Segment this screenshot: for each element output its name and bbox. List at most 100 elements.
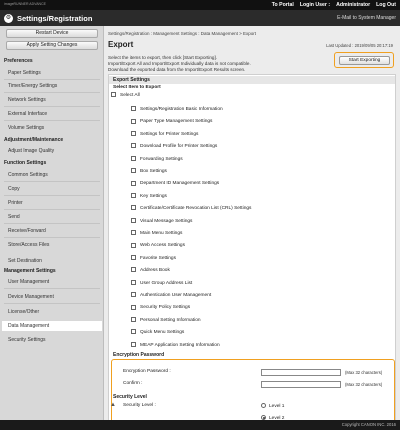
apply-setting-changes-button[interactable]: Apply Setting Changes (6, 41, 98, 50)
level-1-radio[interactable] (261, 403, 266, 409)
level-1-label: Level 1 (269, 404, 285, 409)
sidebar-item-store-access-files[interactable]: Store/Access Files (4, 240, 100, 250)
sidebar-item-paper-settings[interactable]: Paper Settings (4, 68, 100, 78)
export-item-checkbox[interactable] (131, 292, 136, 298)
sidebar-item-receive-forward[interactable]: Receive/Forward (4, 226, 100, 236)
export-item-row[interactable]: Key Settings (131, 193, 167, 201)
export-item-checkbox[interactable] (131, 155, 136, 161)
export-item-checkbox[interactable] (131, 193, 136, 199)
export-item-checkbox[interactable] (131, 267, 136, 273)
export-item-row[interactable]: Settings/Registration Basic Information (131, 106, 223, 114)
export-item-checkbox[interactable] (131, 329, 136, 335)
export-item-checkbox[interactable] (131, 217, 136, 223)
export-description: Select the items to export, then click [… (108, 55, 328, 73)
start-exporting-button[interactable]: Start Exporting (339, 56, 390, 65)
export-item-row[interactable]: Certificate/Certificate Revocation List … (131, 205, 251, 213)
security-level-head: Security Level (113, 394, 147, 400)
export-item-checkbox[interactable] (131, 106, 136, 112)
sidebar-item-device-management[interactable]: Device Management (4, 292, 100, 302)
export-item-row[interactable]: Forwarding Settings (131, 155, 183, 164)
export-settings-panel: Export Settings Select Item to Export Se… (108, 74, 396, 427)
select-all-checkbox[interactable] (111, 92, 116, 98)
back-to-top-icon[interactable]: ▲ (110, 402, 116, 408)
export-item-label: Favorite Settings (140, 255, 176, 261)
export-item-row[interactable]: Authentication User Management (131, 292, 211, 300)
level-1-option[interactable]: Level 1 (261, 403, 284, 411)
description-line: Download the exported data from the Impo… (108, 67, 246, 72)
export-item-row[interactable]: User Group Address List (131, 279, 192, 288)
export-item-checkbox[interactable] (131, 255, 136, 261)
export-item-checkbox[interactable] (131, 341, 136, 347)
export-item-label: Visual Message Settings (140, 218, 193, 224)
app-header: ⚙ Settings/Registration E-Mail to System… (0, 10, 400, 26)
encryption-password-label: Encryption Password : (123, 369, 171, 374)
export-item-checkbox[interactable] (131, 279, 136, 285)
sidebar-item-license-other[interactable]: License/Other (4, 307, 100, 317)
export-item-label: Personal Setting Information (140, 317, 201, 323)
select-all-label: Select All (120, 93, 140, 98)
export-item-checkbox[interactable] (131, 131, 136, 137)
export-item-checkbox[interactable] (131, 118, 136, 124)
confirm-password-note: (Max 32 characters) (345, 382, 383, 387)
login-user-name: Administrator (336, 1, 371, 8)
breadcrumb: Settings/Registration : Management Setti… (108, 31, 256, 36)
export-item-row[interactable]: Favorite Settings (131, 255, 176, 263)
sidebar-item-copy[interactable]: Copy (4, 184, 100, 194)
export-item-label: Settings/Registration Basic Information (140, 107, 223, 112)
encryption-password-input[interactable] (261, 369, 341, 376)
sidebar-item-common-settings[interactable]: Common Settings (4, 170, 100, 180)
export-item-row[interactable]: Address Book (131, 267, 170, 275)
page-title: Export (108, 40, 134, 49)
select-item-head: Select Item to Export (113, 85, 161, 90)
export-item-row[interactable]: Security Policy Settings (131, 304, 190, 312)
sidebar-head-function: Function Settings (4, 160, 47, 166)
sidebar-item-send[interactable]: Send (4, 212, 100, 222)
sidebar-item-external-interface[interactable]: External Interface (4, 109, 100, 119)
sidebar-item-printer[interactable]: Printer (4, 198, 100, 208)
export-item-row[interactable]: Box Settings (131, 168, 167, 176)
export-item-row[interactable]: Web Access Settings (131, 242, 185, 250)
export-item-checkbox[interactable] (131, 317, 136, 323)
export-item-row[interactable]: Main Menu Settings (131, 230, 182, 238)
login-user-label: Login User : (299, 1, 331, 8)
encryption-password-note: (Max 32 characters) (345, 370, 383, 375)
select-all-row[interactable]: Select All (111, 92, 140, 100)
sidebar-item-data-management[interactable]: Data Management (2, 321, 102, 331)
encryption-password-head: Encryption Password (113, 352, 165, 358)
sidebar-item-timer-energy[interactable]: Timer/Energy Settings (4, 81, 100, 91)
export-item-row[interactable]: Paper Type Management Settings (131, 118, 212, 126)
sidebar-head-adjustment: Adjustment/Maintenance (4, 137, 64, 143)
export-item-checkbox[interactable] (131, 304, 136, 310)
export-item-row[interactable]: Department ID Management Settings (131, 180, 219, 188)
logout-link[interactable]: Log Out (376, 2, 396, 8)
portal-link[interactable]: To Portal (272, 2, 294, 8)
sidebar-item-security-settings[interactable]: Security Settings (4, 335, 100, 345)
app-title: Settings/Registration (17, 13, 93, 23)
export-item-checkbox[interactable] (131, 168, 136, 174)
sidebar-item-adjust-image-quality[interactable]: Adjust Image Quality (4, 146, 100, 156)
export-item-row[interactable]: Quick Menu Settings (131, 329, 184, 337)
export-item-label: Security Policy Settings (140, 305, 191, 311)
export-item-row[interactable]: Download Profile for Printer Settings (131, 143, 217, 151)
sidebar-head-preferences: Preferences (4, 58, 33, 64)
export-item-row[interactable]: Settings for Printer Settings (131, 131, 198, 139)
sidebar-item-volume[interactable]: Volume Settings (4, 123, 100, 133)
export-item-checkbox[interactable] (131, 180, 136, 186)
export-item-row[interactable]: Visual Message Settings (131, 217, 193, 226)
copyright: Copyright CANON INC. 2016 (341, 422, 396, 427)
sidebar-item-network[interactable]: Network Settings (4, 95, 100, 105)
confirm-password-input[interactable] (261, 381, 341, 388)
export-item-label: Quick Menu Settings (140, 330, 185, 336)
export-item-checkbox[interactable] (131, 143, 136, 149)
export-item-row[interactable]: Personal Setting Information (131, 317, 201, 325)
restart-device-button[interactable]: Restart Device (6, 29, 98, 38)
sidebar-item-user-management[interactable]: User Management (4, 277, 100, 287)
export-item-checkbox[interactable] (131, 230, 136, 236)
export-item-label: Box Settings (140, 169, 167, 174)
sidebar-item-set-destination[interactable]: Set Destination (4, 256, 100, 266)
export-item-checkbox[interactable] (131, 242, 136, 248)
export-item-checkbox[interactable] (131, 205, 136, 211)
security-level-label: Security Level : (123, 403, 156, 408)
export-item-row[interactable]: MEAP Application Setting Information (131, 341, 220, 350)
email-system-manager-link[interactable]: E-Mail to System Manager (337, 15, 396, 21)
